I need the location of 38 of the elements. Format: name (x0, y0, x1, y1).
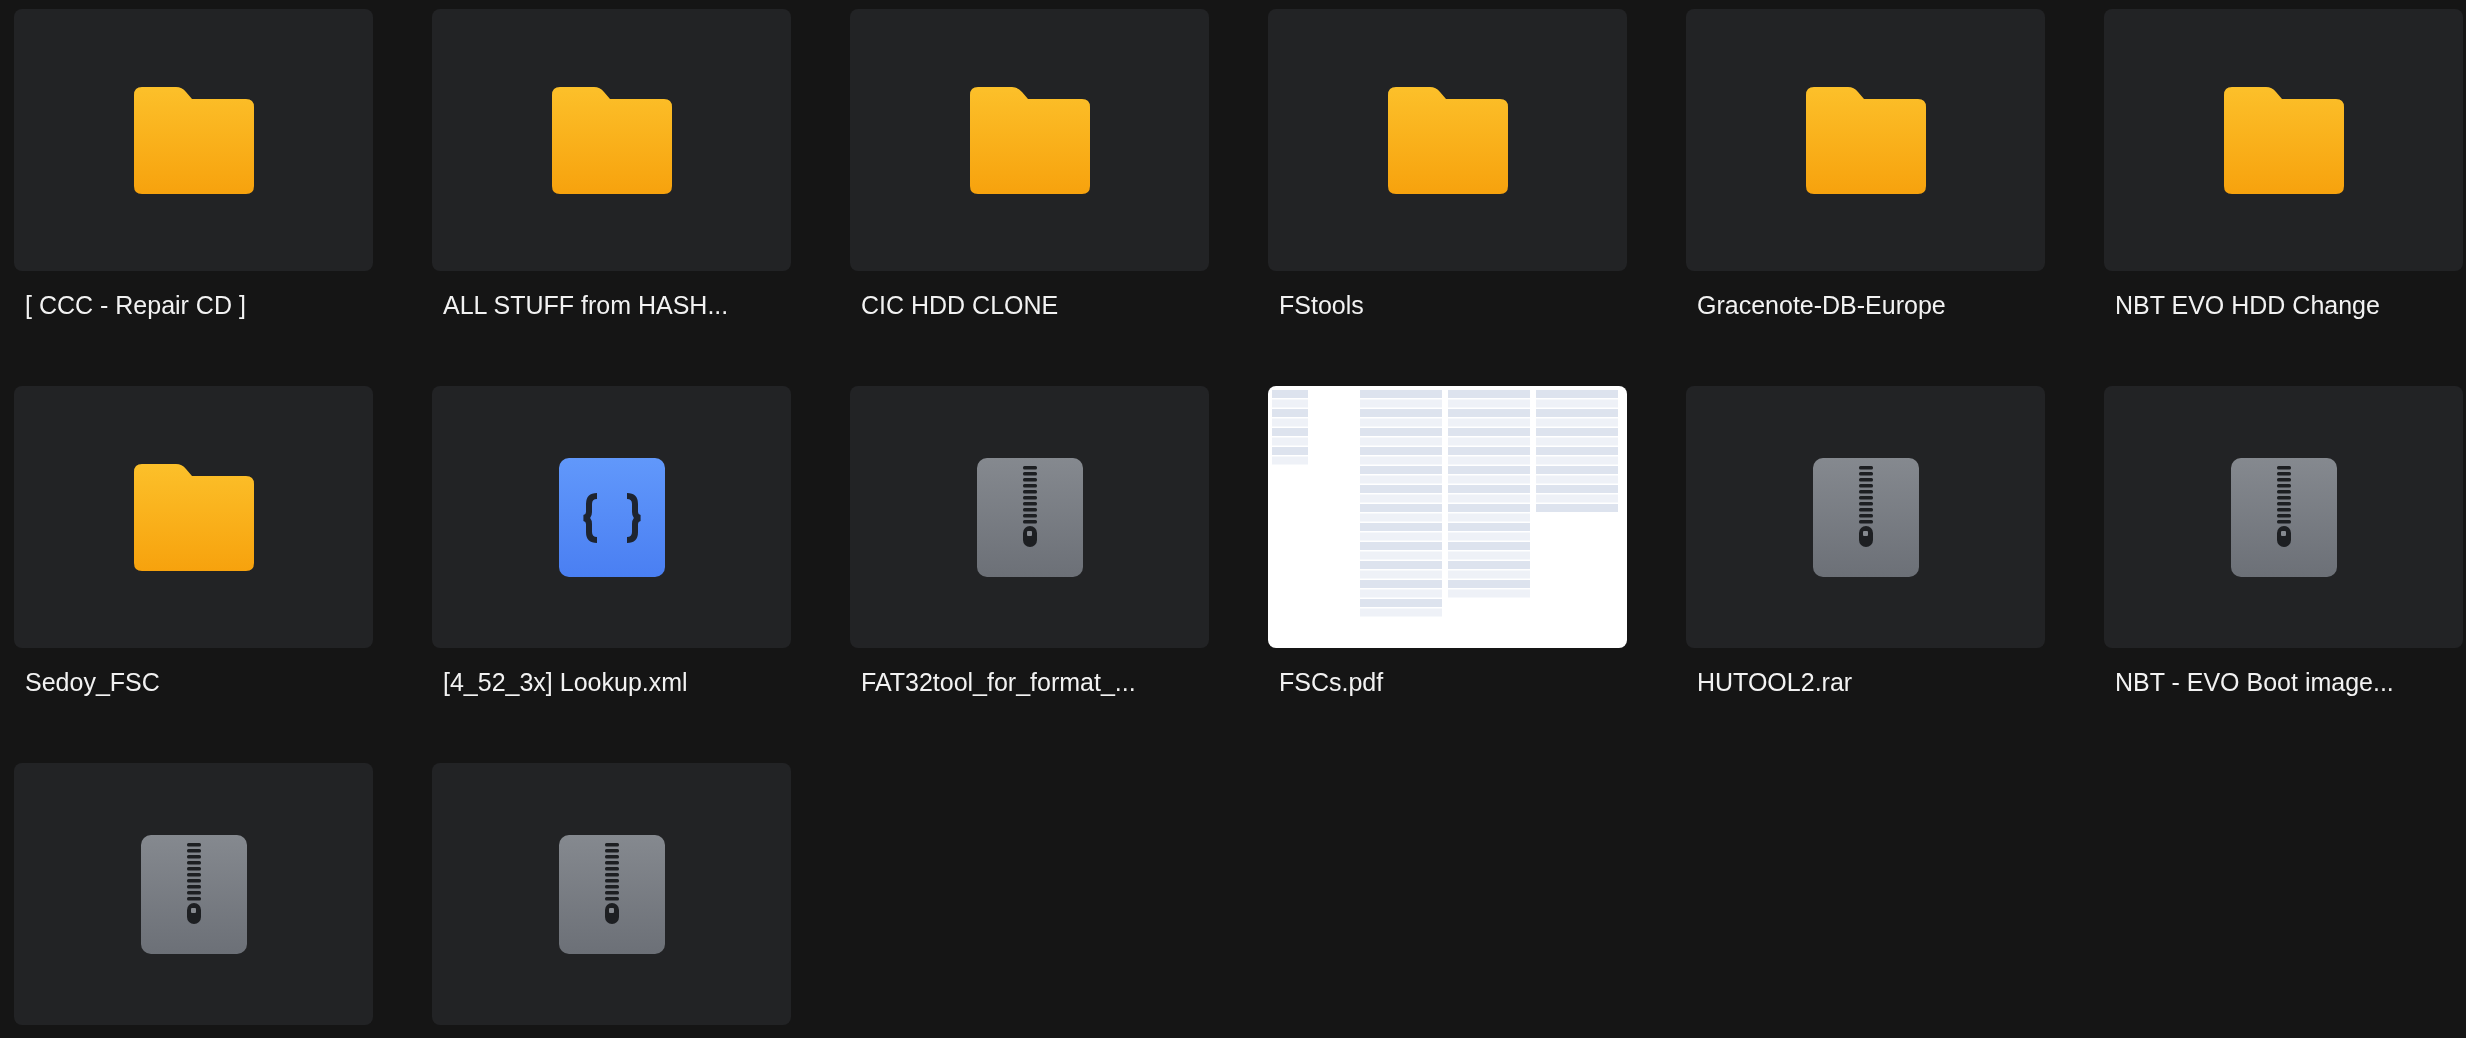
folder-icon (969, 86, 1090, 194)
file-name: HUTOOL2.rar (1697, 667, 1854, 698)
folder-icon (133, 86, 254, 194)
folder-icon (551, 86, 672, 194)
folder-icon (1387, 86, 1508, 194)
file-tile[interactable] (14, 386, 373, 648)
folder-icon (1805, 86, 1926, 194)
file-tile[interactable] (1686, 9, 2045, 271)
file-tile[interactable] (432, 9, 791, 271)
file-tile[interactable] (850, 386, 1209, 648)
file-name: [ CCC - Repair CD ] (25, 290, 247, 321)
file-name: ALL STUFF from HASH... (443, 290, 730, 321)
folder-icon (2223, 86, 2344, 194)
file-tile[interactable] (2104, 9, 2463, 271)
file-tile[interactable] (2104, 386, 2463, 648)
file-name: FStools (1279, 290, 1365, 321)
file-tile[interactable] (850, 9, 1209, 271)
file-name: NBT - EVO Boot image... (2115, 667, 2395, 698)
file-tile[interactable] (1268, 9, 1627, 271)
file-name: FSCs.pdf (1279, 667, 1385, 698)
file-name: NBT EVO HDD Change (2115, 290, 2381, 321)
file-name: [4_52_3x] Lookup.xml (443, 667, 689, 698)
file-tile[interactable] (1686, 386, 2045, 648)
code-braces-icon (558, 457, 665, 577)
file-tile[interactable] (14, 9, 373, 271)
file-tile[interactable] (432, 763, 791, 1025)
zipper-archive-icon (2230, 457, 2337, 577)
file-name: FAT32tool_for_format_... (861, 667, 1137, 698)
file-name: Sedoy_FSC (25, 667, 161, 698)
zipper-archive-icon (140, 834, 247, 954)
file-name: Gracenote-DB-Europe (1697, 290, 1947, 321)
zipper-archive-icon (976, 457, 1083, 577)
zipper-archive-icon (558, 834, 665, 954)
file-tile[interactable] (14, 763, 373, 1025)
file-name: CIC HDD CLONE (861, 290, 1060, 321)
file-tile[interactable] (432, 386, 791, 648)
zipper-archive-icon (1812, 457, 1919, 577)
folder-icon (133, 463, 254, 571)
